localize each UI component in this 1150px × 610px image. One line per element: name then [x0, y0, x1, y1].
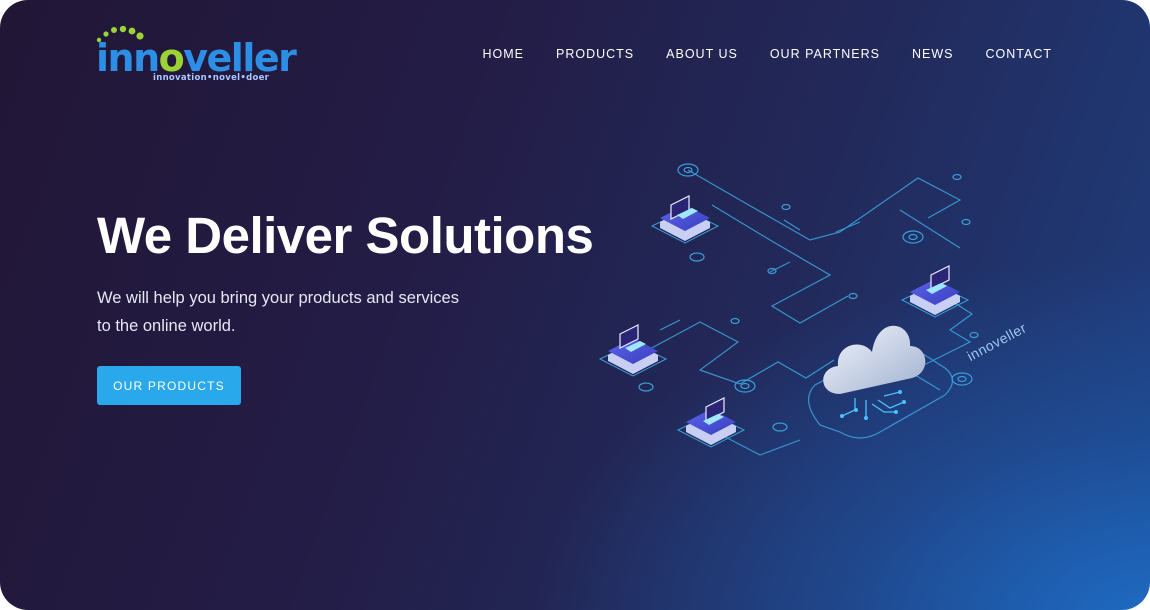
cloud-network-illustration [598, 163, 979, 456]
hero-description-line-1: We will help you bring your products and… [97, 289, 459, 307]
hero-description: We will help you bring your products and… [97, 284, 517, 340]
nav-news[interactable]: NEWS [912, 47, 954, 61]
brand-logo[interactable]: innoveller innovation•novel•doer [96, 26, 297, 88]
nav-contact[interactable]: CONTACT [986, 47, 1053, 61]
our-products-button[interactable]: OUR PRODUCTS [97, 366, 241, 405]
device-tile-right [900, 265, 970, 318]
nav-products[interactable]: PRODUCTS [556, 47, 634, 61]
device-tile-left [598, 324, 668, 377]
hero-description-line-2: to the online world. [97, 317, 236, 335]
device-tile-top-left [650, 195, 720, 244]
nav-home[interactable]: HOME [483, 47, 525, 61]
main-nav: HOME PRODUCTS ABOUT US OUR PARTNERS NEWS… [483, 47, 1053, 61]
cloud-icon [823, 325, 926, 420]
hero-title: We Deliver Solutions [97, 207, 594, 264]
nav-about-us[interactable]: ABOUT US [666, 47, 738, 61]
nav-our-partners[interactable]: OUR PARTNERS [770, 47, 880, 61]
device-tile-bottom [676, 397, 746, 448]
brand-wordmark: innoveller [96, 36, 297, 80]
page-frame: innoveller innovation•novel•doer HOME PR… [0, 0, 1150, 610]
brand-tagline: innovation•novel•doer [153, 73, 270, 83]
